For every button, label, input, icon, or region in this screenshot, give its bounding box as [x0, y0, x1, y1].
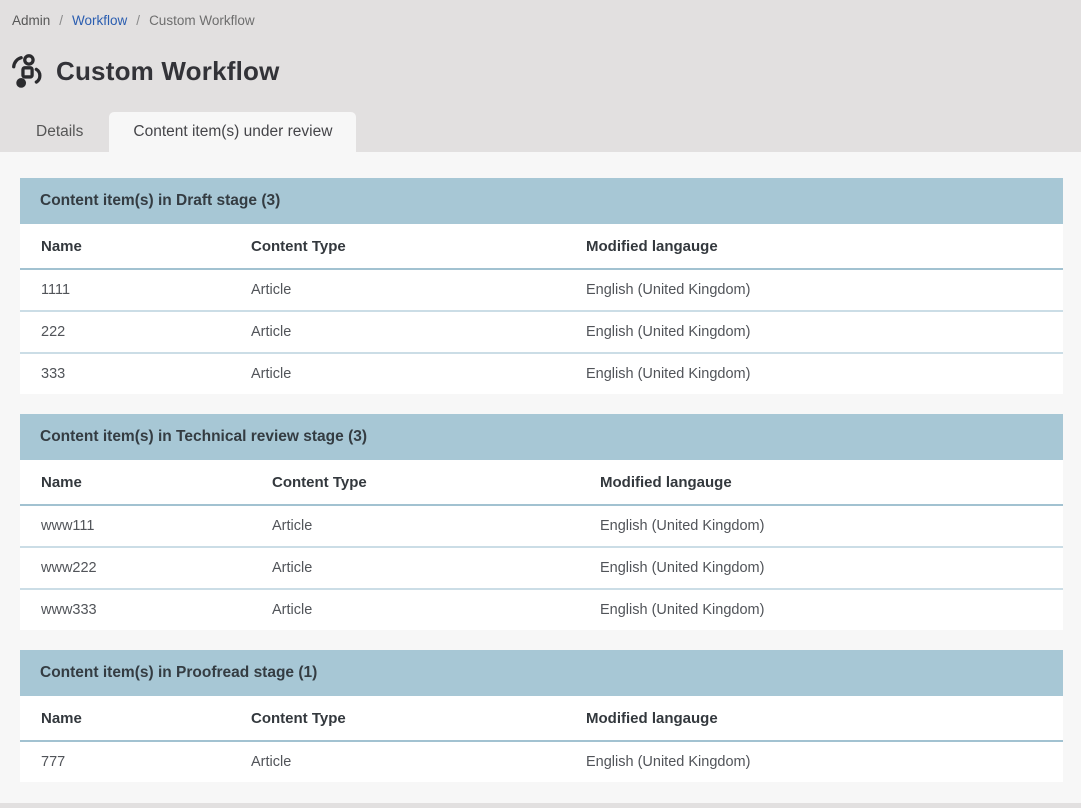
cell-content-type: Article — [230, 353, 565, 394]
draft-items-table: Name Content Type Modified langauge 1111… — [20, 224, 1063, 394]
breadcrumb-item-workflow-link[interactable]: Workflow — [72, 13, 127, 28]
cell-modified-language: English (United Kingdom) — [565, 741, 1063, 782]
cell-modified-language: English (United Kingdom) — [565, 269, 1063, 311]
cell-name: www222 — [20, 547, 251, 589]
cell-name: 222 — [20, 311, 230, 353]
proofread-items-table: Name Content Type Modified langauge 777 … — [20, 696, 1063, 782]
table-row: 777 Article English (United Kingdom) — [20, 741, 1063, 782]
page-title-row: Custom Workflow — [10, 52, 1081, 90]
content-area: Content item(s) in Draft stage (3) Name … — [0, 152, 1081, 803]
cell-name: 333 — [20, 353, 230, 394]
breadcrumb-item-admin: Admin — [12, 13, 50, 28]
cell-content-type: Article — [251, 505, 579, 547]
cell-content-type: Article — [251, 589, 579, 630]
section-header-technical-review: Content item(s) in Technical review stag… — [20, 414, 1063, 460]
table-header-row: Name Content Type Modified langauge — [20, 460, 1063, 505]
column-header-content-type: Content Type — [230, 224, 565, 269]
tab-bar: Details Content item(s) under review — [0, 112, 1081, 152]
breadcrumb-separator: / — [136, 13, 140, 28]
column-header-name: Name — [20, 224, 230, 269]
breadcrumb-item-current: Custom Workflow — [149, 13, 255, 28]
table-header-row: Name Content Type Modified langauge — [20, 696, 1063, 741]
breadcrumb-separator: / — [59, 13, 63, 28]
column-header-content-type: Content Type — [251, 460, 579, 505]
column-header-modified-language: Modified langauge — [565, 224, 1063, 269]
cell-modified-language: English (United Kingdom) — [565, 311, 1063, 353]
cell-name: www333 — [20, 589, 251, 630]
stage-section-proofread: Content item(s) in Proofread stage (1) N… — [20, 650, 1063, 782]
cell-modified-language: English (United Kingdom) — [579, 589, 1063, 630]
column-header-modified-language: Modified langauge — [579, 460, 1063, 505]
cell-modified-language: English (United Kingdom) — [565, 353, 1063, 394]
section-header-draft: Content item(s) in Draft stage (3) — [20, 178, 1063, 224]
cell-content-type: Article — [251, 547, 579, 589]
table-header-row: Name Content Type Modified langauge — [20, 224, 1063, 269]
cell-name: www111 — [20, 505, 251, 547]
cell-content-type: Article — [230, 741, 565, 782]
table-row: www222 Article English (United Kingdom) — [20, 547, 1063, 589]
table-row: www111 Article English (United Kingdom) — [20, 505, 1063, 547]
tab-details[interactable]: Details — [10, 112, 109, 152]
cell-content-type: Article — [230, 311, 565, 353]
column-header-name: Name — [20, 696, 230, 741]
workflow-icon — [10, 54, 44, 88]
stage-section-draft: Content item(s) in Draft stage (3) Name … — [20, 178, 1063, 394]
section-header-proofread: Content item(s) in Proofread stage (1) — [20, 650, 1063, 696]
table-row: 1111 Article English (United Kingdom) — [20, 269, 1063, 311]
table-row: 222 Article English (United Kingdom) — [20, 311, 1063, 353]
tab-content-items-under-review[interactable]: Content item(s) under review — [109, 112, 356, 152]
page-title: Custom Workflow — [56, 56, 280, 87]
page-header-area: Admin / Workflow / Custom Workflow Custo… — [0, 0, 1081, 152]
column-header-modified-language: Modified langauge — [565, 696, 1063, 741]
column-header-content-type: Content Type — [230, 696, 565, 741]
technical-review-items-table: Name Content Type Modified langauge www1… — [20, 460, 1063, 630]
cell-modified-language: English (United Kingdom) — [579, 505, 1063, 547]
cell-content-type: Article — [230, 269, 565, 311]
breadcrumb: Admin / Workflow / Custom Workflow — [0, 0, 1081, 28]
table-row: www333 Article English (United Kingdom) — [20, 589, 1063, 630]
column-header-name: Name — [20, 460, 251, 505]
table-row: 333 Article English (United Kingdom) — [20, 353, 1063, 394]
cell-name: 777 — [20, 741, 230, 782]
stage-section-technical-review: Content item(s) in Technical review stag… — [20, 414, 1063, 630]
cell-modified-language: English (United Kingdom) — [579, 547, 1063, 589]
cell-name: 1111 — [20, 269, 230, 311]
